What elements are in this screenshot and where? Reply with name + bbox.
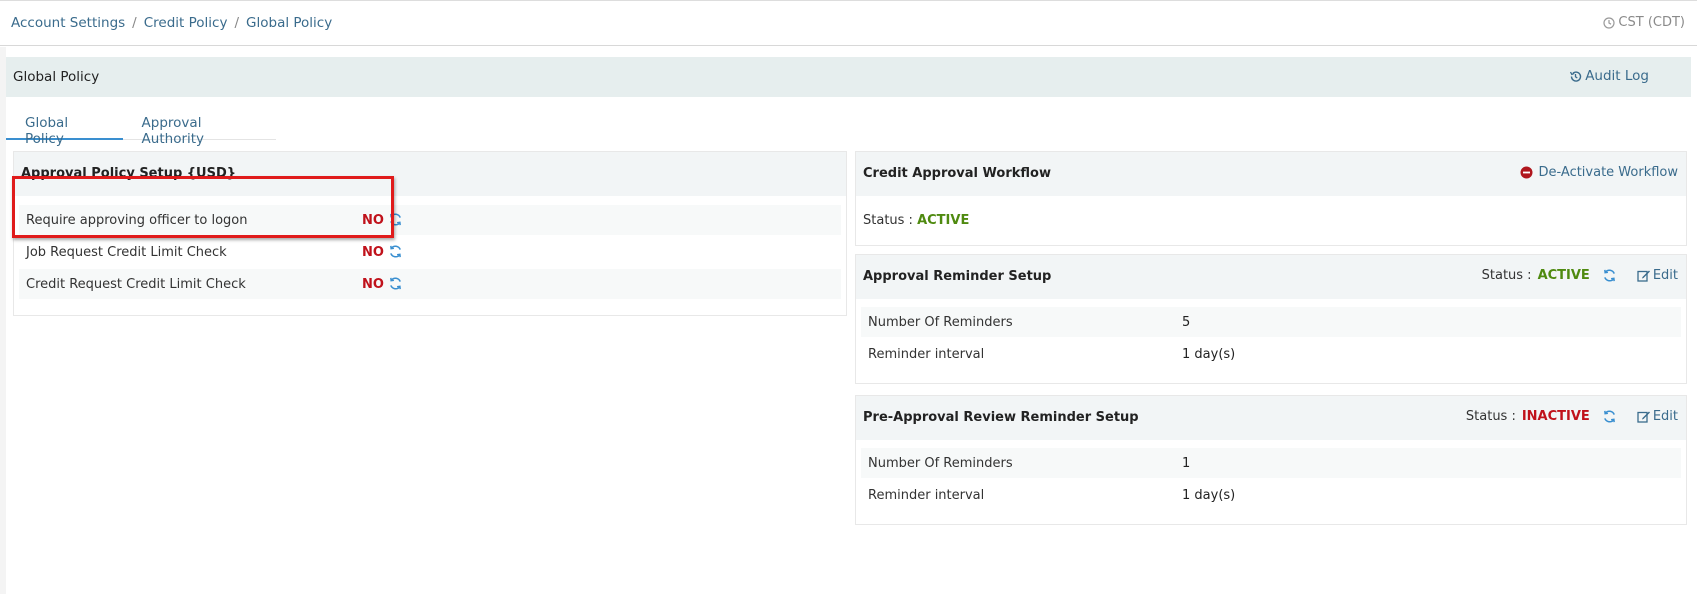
reminder-row-label: Reminder interval <box>868 347 985 362</box>
tab-approval-authority[interactable]: Approval Authority <box>123 107 276 147</box>
breadcrumb-global-policy: Global Policy <box>246 15 333 31</box>
edit-icon <box>1637 411 1650 423</box>
reminder-row-label: Number Of Reminders <box>868 315 1013 330</box>
refresh-icon[interactable] <box>1602 409 1617 424</box>
policy-row-label: Credit Request Credit Limit Check <box>26 277 246 292</box>
reminder-row-label: Number Of Reminders <box>868 456 1013 471</box>
tab-bar: Global Policy Approval Authority <box>6 107 276 147</box>
tab-global-policy[interactable]: Global Policy <box>6 107 123 147</box>
refresh-icon[interactable] <box>1602 268 1617 283</box>
policy-row-label: Job Request Credit Limit Check <box>26 245 227 260</box>
approval-reminder-actions: Status : ACTIVE Edit <box>1482 268 1678 283</box>
reminder-row-value: 1 day(s) <box>1182 347 1236 362</box>
audit-log-link[interactable]: Audit Log <box>1569 68 1649 84</box>
refresh-icon[interactable] <box>388 276 403 291</box>
reminder-row-label: Reminder interval <box>868 488 985 503</box>
approval-reminder-status-label: Status : <box>1481 268 1532 283</box>
pre-reminder-row-interval: Reminder interval 1 day(s) <box>861 480 1681 510</box>
deactivate-workflow-label: De-Activate Workflow <box>1538 165 1678 180</box>
panel-header: Credit Approval Workflow De-Activate Wor… <box>856 152 1686 196</box>
pre-reminder-row-number: Number Of Reminders 1 <box>861 448 1681 478</box>
policy-row-value: NO <box>362 245 384 260</box>
approval-reminder-edit-button[interactable]: Edit <box>1637 268 1678 283</box>
top-bar: Account Settings / Credit Policy / Global Po… <box>0 0 1697 46</box>
clock-icon <box>1603 16 1616 29</box>
edit-label: Edit <box>1652 268 1678 283</box>
timezone-label: CST (CDT) <box>1618 15 1685 30</box>
breadcrumb: Account Settings / Credit Policy / Global Po… <box>11 15 332 31</box>
workflow-actions: De-Activate Workflow <box>1520 165 1678 180</box>
workflow-title: Credit Approval Workflow <box>863 166 1051 181</box>
pre-approval-reminder-title: Pre-Approval Review Reminder Setup <box>863 410 1139 425</box>
policy-row-value: NO <box>362 277 384 292</box>
workflow-status: Status : ACTIVE <box>863 213 969 228</box>
reminder-row-number: Number Of Reminders 5 <box>861 307 1681 337</box>
pre-approval-status-value: INACTIVE <box>1521 409 1590 424</box>
pre-approval-edit-button[interactable]: Edit <box>1637 409 1678 424</box>
approval-reminder-title: Approval Reminder Setup <box>863 269 1052 284</box>
breadcrumb-separator: / <box>234 15 240 31</box>
breadcrumb-separator: / <box>132 15 137 31</box>
edit-icon <box>1637 270 1650 282</box>
policy-row-credit-request-check: Credit Request Credit Limit Check NO <box>19 269 841 299</box>
reminder-row-value: 1 day(s) <box>1182 488 1236 503</box>
breadcrumb-credit-policy[interactable]: Credit Policy <box>144 15 228 31</box>
panel-header: Approval Reminder Setup Status : ACTIVE … <box>856 255 1686 299</box>
edit-label: Edit <box>1652 409 1678 424</box>
pre-approval-reminder-panel: Pre-Approval Review Reminder Setup Statu… <box>855 395 1687 525</box>
highlight-annotation-box <box>12 176 394 238</box>
policy-row-job-request-check: Job Request Credit Limit Check NO <box>19 237 841 267</box>
breadcrumb-account-settings[interactable]: Account Settings <box>11 15 125 31</box>
history-icon <box>1570 70 1582 82</box>
audit-log-label: Audit Log <box>1585 68 1649 84</box>
pre-approval-status-label: Status : <box>1465 409 1516 424</box>
timezone-indicator: CST (CDT) <box>1603 15 1685 30</box>
reminder-row-value: 1 <box>1182 456 1191 471</box>
minus-circle-icon <box>1520 166 1533 179</box>
reminder-row-interval: Reminder interval 1 day(s) <box>861 339 1681 369</box>
reminder-row-value: 5 <box>1182 315 1191 330</box>
refresh-icon[interactable] <box>388 244 403 259</box>
credit-approval-workflow-panel: Credit Approval Workflow De-Activate Wor… <box>855 151 1687 246</box>
approval-reminder-panel: Approval Reminder Setup Status : ACTIVE … <box>855 254 1687 384</box>
page-header: Global Policy Audit Log <box>6 57 1691 97</box>
main-content: Global Policy Audit Log Global Policy Ap… <box>6 57 1691 594</box>
workflow-status-label: Status : <box>863 213 913 228</box>
approval-reminder-status-value: ACTIVE <box>1537 268 1590 283</box>
panel-header: Pre-Approval Review Reminder Setup Statu… <box>856 396 1686 440</box>
deactivate-workflow-button[interactable]: De-Activate Workflow <box>1520 165 1678 180</box>
page-title: Global Policy <box>13 69 100 85</box>
workflow-status-value: ACTIVE <box>917 213 970 228</box>
pre-approval-reminder-actions: Status : INACTIVE Edit <box>1466 409 1678 424</box>
